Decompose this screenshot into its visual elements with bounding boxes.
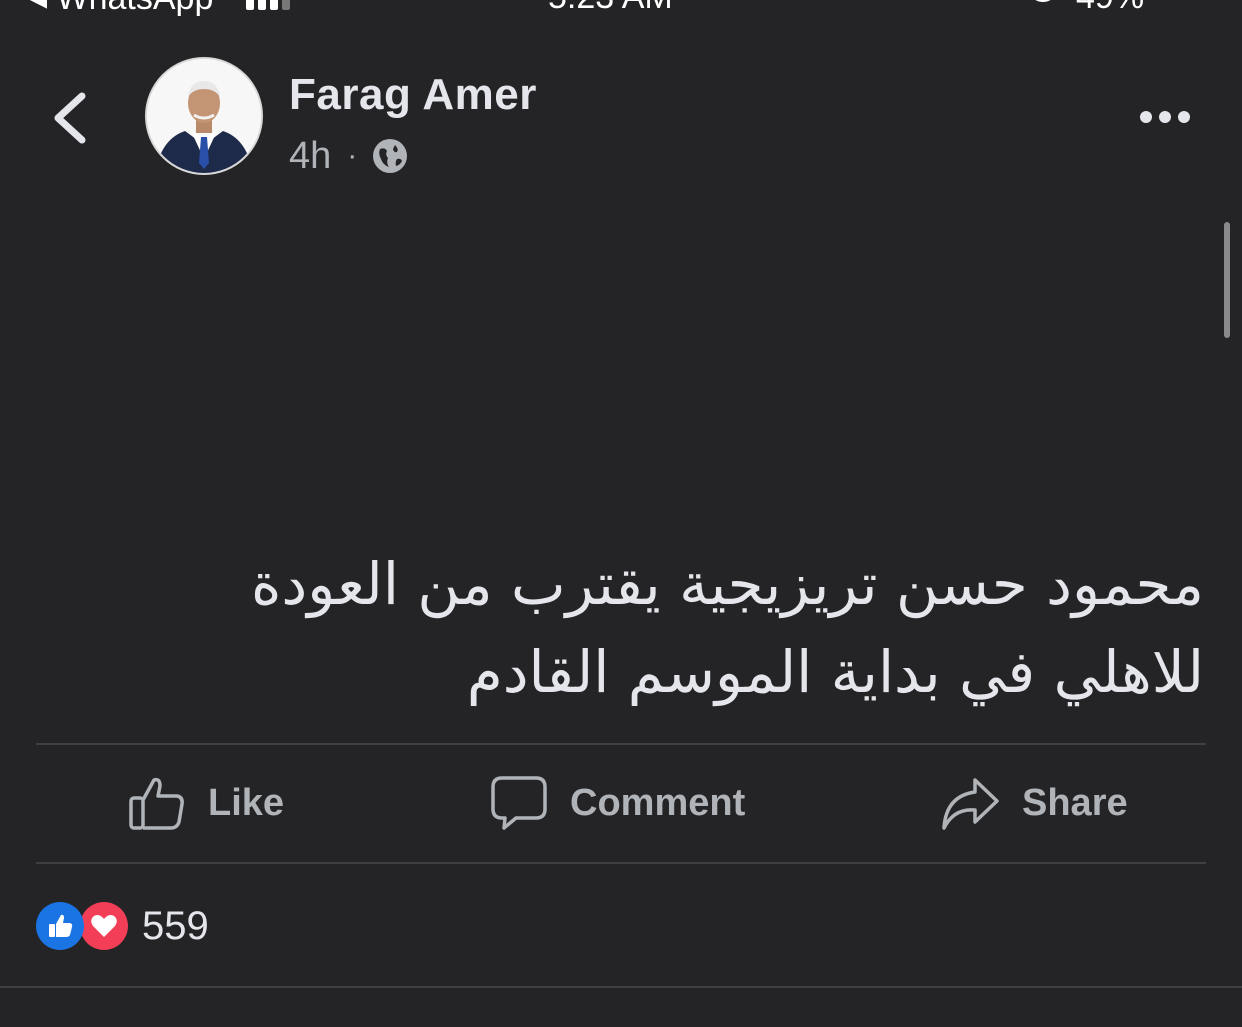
post-text: محمود حسن تريزيجية يقترب من العودة للاهل… bbox=[251, 550, 1204, 706]
divider bbox=[36, 743, 1206, 745]
reactions-summary[interactable]: 559 bbox=[36, 902, 209, 950]
like-reaction-icon bbox=[36, 902, 84, 950]
avatar[interactable] bbox=[145, 57, 263, 175]
scrollbar[interactable] bbox=[1224, 222, 1230, 338]
more-dot-icon bbox=[1178, 111, 1190, 123]
divider bbox=[36, 862, 1206, 864]
divider bbox=[0, 986, 1242, 988]
more-options-button[interactable] bbox=[1140, 104, 1200, 130]
share-button[interactable]: Share bbox=[940, 770, 1128, 836]
like-label: Like bbox=[208, 781, 285, 824]
post-time[interactable]: 4h bbox=[289, 135, 331, 178]
author-name[interactable]: Farag Amer bbox=[289, 70, 537, 120]
post-meta: 4h · bbox=[289, 134, 409, 178]
back-to-app-link[interactable]: ◂ WhatsApp bbox=[30, 0, 213, 18]
status-time: 5:23 AM bbox=[548, 0, 673, 17]
profile-photo bbox=[147, 59, 261, 173]
rotation-lock-icon bbox=[1028, 0, 1058, 2]
more-dot-icon bbox=[1140, 111, 1152, 123]
love-reaction-icon bbox=[80, 902, 128, 950]
back-button[interactable] bbox=[44, 86, 100, 150]
share-label: Share bbox=[1022, 781, 1128, 824]
more-dot-icon bbox=[1159, 111, 1171, 123]
battery-percent: 49% bbox=[1076, 0, 1144, 17]
meta-separator: · bbox=[347, 139, 358, 172]
thumbs-up-icon bbox=[129, 777, 184, 830]
like-button[interactable]: Like bbox=[128, 770, 284, 836]
comment-bubble-icon bbox=[491, 776, 547, 830]
chevron-left-icon bbox=[54, 92, 86, 144]
share-arrow-icon bbox=[942, 778, 999, 830]
status-bar: ◂ WhatsApp 5:23 AM 49% bbox=[0, 0, 1242, 18]
reaction-count: 559 bbox=[142, 903, 209, 948]
globe-icon bbox=[373, 139, 408, 173]
comment-label: Comment bbox=[570, 781, 746, 824]
comment-button[interactable]: Comment bbox=[490, 770, 745, 836]
signal-icon bbox=[246, 0, 290, 10]
